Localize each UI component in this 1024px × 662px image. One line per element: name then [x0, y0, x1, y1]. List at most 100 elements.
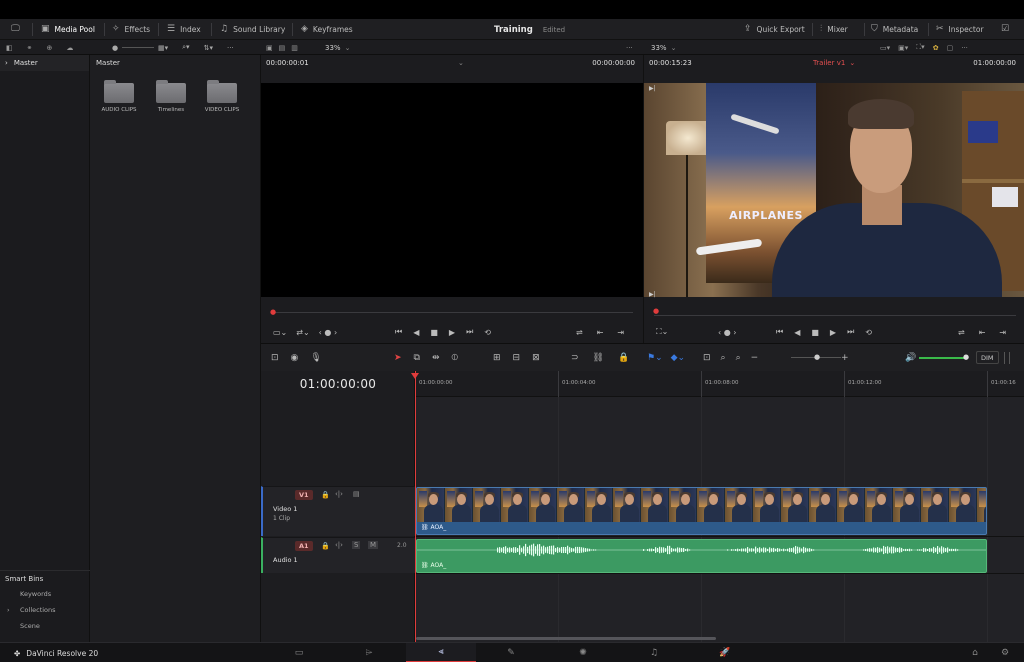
- loop-range-icon[interactable]: ⇌: [576, 328, 583, 337]
- source-scrubber[interactable]: [271, 312, 633, 313]
- panel-toggle-icon[interactable]: ◧: [6, 44, 13, 52]
- step-back-icon[interactable]: ◀: [794, 328, 800, 337]
- mark-in-icon[interactable]: ⇤: [979, 328, 986, 337]
- audio-track-badge[interactable]: A1: [295, 541, 313, 551]
- smart-bin-keywords[interactable]: Keywords: [0, 586, 90, 602]
- insert-clip-icon[interactable]: ⊞: [493, 353, 501, 363]
- strip-view-icon[interactable]: ▥: [291, 44, 298, 52]
- sort-icon[interactable]: ⇅▾: [204, 44, 213, 52]
- page-color[interactable]: ✺: [548, 643, 618, 662]
- cloud-icon[interactable]: ☁: [66, 44, 73, 52]
- lock-icon[interactable]: 🔒: [321, 491, 330, 499]
- skip-back-icon[interactable]: ⏮: [776, 327, 783, 337]
- flag-icon[interactable]: ⚑⌄: [647, 353, 663, 363]
- smart-bin-scene[interactable]: Scene: [0, 618, 90, 634]
- page-fairlight[interactable]: ♫: [619, 643, 689, 662]
- volume-slider-knob[interactable]: ●: [963, 353, 969, 361]
- step-back-icon[interactable]: ◀: [413, 328, 419, 337]
- master-bin-row[interactable]: › Master: [0, 55, 89, 71]
- volume-slider-track[interactable]: [919, 357, 965, 359]
- folder-video-clips[interactable]: VIDEO CLIPS: [205, 80, 239, 113]
- quick-export-button[interactable]: ⇪ Quick Export: [744, 19, 805, 40]
- metadata-button[interactable]: ⛉ Metadata: [871, 19, 918, 40]
- source-clip-dropdown[interactable]: ⌄: [458, 55, 464, 71]
- mark-out-icon[interactable]: ⇥: [999, 328, 1006, 337]
- microphone-icon[interactable]: 🎙: [310, 353, 321, 363]
- source-more-button[interactable]: ···: [626, 40, 633, 55]
- image-view-icon[interactable]: ▣: [266, 44, 273, 52]
- tag-icon[interactable]: ⊕: [47, 44, 53, 52]
- skip-forward-icon[interactable]: ⏭: [847, 327, 854, 337]
- timeline-video-screen[interactable]: AIRPLANES: [644, 83, 1024, 297]
- selection-arrow-icon[interactable]: ➤: [394, 353, 402, 363]
- loop-icon[interactable]: ⟲: [484, 328, 491, 337]
- workspace-toggle-button[interactable]: 🖵: [11, 19, 20, 40]
- sound-library-button[interactable]: ♫ Sound Library: [220, 19, 285, 40]
- video-clip[interactable]: ⛓ AOA_: [416, 487, 987, 535]
- play-icon[interactable]: ▶: [830, 328, 836, 337]
- page-fusion[interactable]: ✎: [476, 643, 546, 662]
- stop-icon[interactable]: ■: [811, 328, 819, 337]
- effects-button[interactable]: ✧ Effects: [112, 19, 150, 40]
- link-icon[interactable]: ⚭: [27, 44, 33, 52]
- expand-toggle-button[interactable]: ☑: [1001, 19, 1009, 40]
- video-track-header[interactable]: V1 🔒 ‹|› ▤ Video 1 1 Clip: [261, 486, 415, 536]
- loop-range-icon[interactable]: ⇌: [958, 328, 965, 337]
- color-wheel-icon[interactable]: ✿: [933, 44, 939, 52]
- replace-clip-icon[interactable]: ⊠: [532, 353, 540, 363]
- smart-bin-collections[interactable]: › Collections: [0, 602, 90, 618]
- overwrite-clip-icon[interactable]: ⊟: [513, 353, 521, 363]
- volume-icon-wrap[interactable]: 🔊: [905, 344, 916, 372]
- page-edit[interactable]: ⫷: [406, 643, 476, 662]
- settings-button[interactable]: ⚙: [970, 643, 1024, 662]
- auto-select-icon[interactable]: ‹|›: [335, 490, 343, 498]
- media-pool-button[interactable]: ▣ Media Pool: [41, 19, 95, 40]
- inspector-button[interactable]: ✂ Inspector: [936, 19, 984, 40]
- zoom-custom-icon[interactable]: ⌕: [736, 353, 741, 363]
- aspect-icon[interactable]: ▭⌄: [273, 328, 287, 337]
- play-icon[interactable]: ▶: [449, 328, 455, 337]
- transform-icon[interactable]: ⛶▾: [916, 43, 924, 52]
- keyframes-button[interactable]: ◈ Keyframes: [301, 19, 353, 40]
- zoom-in-button[interactable]: +: [841, 344, 849, 372]
- zoom-out-icon[interactable]: −: [751, 353, 759, 363]
- timeline-ruler[interactable]: 01:00:00:00 01:00:04:00 01:00:08:00 01:0…: [415, 371, 1024, 397]
- fullscreen-icon[interactable]: ▢: [947, 44, 954, 52]
- snapping-magnet-icon[interactable]: ⊃: [571, 353, 579, 363]
- playhead[interactable]: [411, 371, 419, 642]
- timeline-jog[interactable]: ‹ ● ›: [718, 325, 736, 339]
- zoom-slider-knob[interactable]: ●: [814, 353, 820, 361]
- audio-track-header[interactable]: A1 🔒 ‹|› S M 2.0 Audio 1: [261, 537, 415, 573]
- solo-button[interactable]: S: [352, 541, 361, 549]
- dim-button[interactable]: DIM: [976, 351, 999, 364]
- stop-icon[interactable]: ■: [430, 328, 438, 337]
- film-view-icon[interactable]: ▤: [279, 44, 286, 52]
- more-options-icon[interactable]: ···: [961, 44, 968, 52]
- video-track-badge[interactable]: V1: [295, 490, 313, 500]
- loop-icon[interactable]: ⟲: [865, 328, 872, 337]
- page-deliver[interactable]: 🚀: [690, 643, 760, 662]
- skip-back-icon[interactable]: ⏮: [395, 327, 402, 337]
- timeline-scrubber[interactable]: [654, 315, 1016, 316]
- page-media[interactable]: ▭: [264, 643, 334, 662]
- lock-icon[interactable]: 🔒: [618, 353, 629, 363]
- folder-audio-clips[interactable]: AUDIO CLIPS: [101, 80, 137, 113]
- search-icon[interactable]: ⌕▾: [182, 43, 189, 52]
- skip-forward-icon[interactable]: ⏭: [466, 327, 473, 337]
- blade-icon[interactable]: ⦶: [452, 353, 459, 363]
- safe-area-icon[interactable]: ▭▾: [880, 44, 890, 52]
- folder-timelines[interactable]: Timelines: [154, 80, 188, 113]
- auto-select-icon[interactable]: ‹|›: [335, 541, 343, 549]
- index-button[interactable]: ☰ Index: [167, 19, 201, 40]
- timeline-zoom-select[interactable]: 33% ⌄: [651, 40, 676, 55]
- crop-icon[interactable]: ⛶⌄: [656, 327, 668, 337]
- more-options-icon[interactable]: ···: [227, 44, 234, 52]
- timeline-scrubber-handle[interactable]: ●: [653, 307, 659, 315]
- timeline-horizontal-scrollbar[interactable]: [416, 637, 716, 640]
- zoom-detail-icon[interactable]: ⌕: [721, 353, 726, 363]
- marker-icon[interactable]: ◆⌄: [671, 353, 685, 363]
- overlay-icon[interactable]: ▣▾: [898, 44, 908, 52]
- match-frame-icon[interactable]: ⇄⌄: [296, 328, 309, 337]
- source-video-screen[interactable]: [261, 83, 643, 297]
- mute-button[interactable]: M: [368, 541, 379, 549]
